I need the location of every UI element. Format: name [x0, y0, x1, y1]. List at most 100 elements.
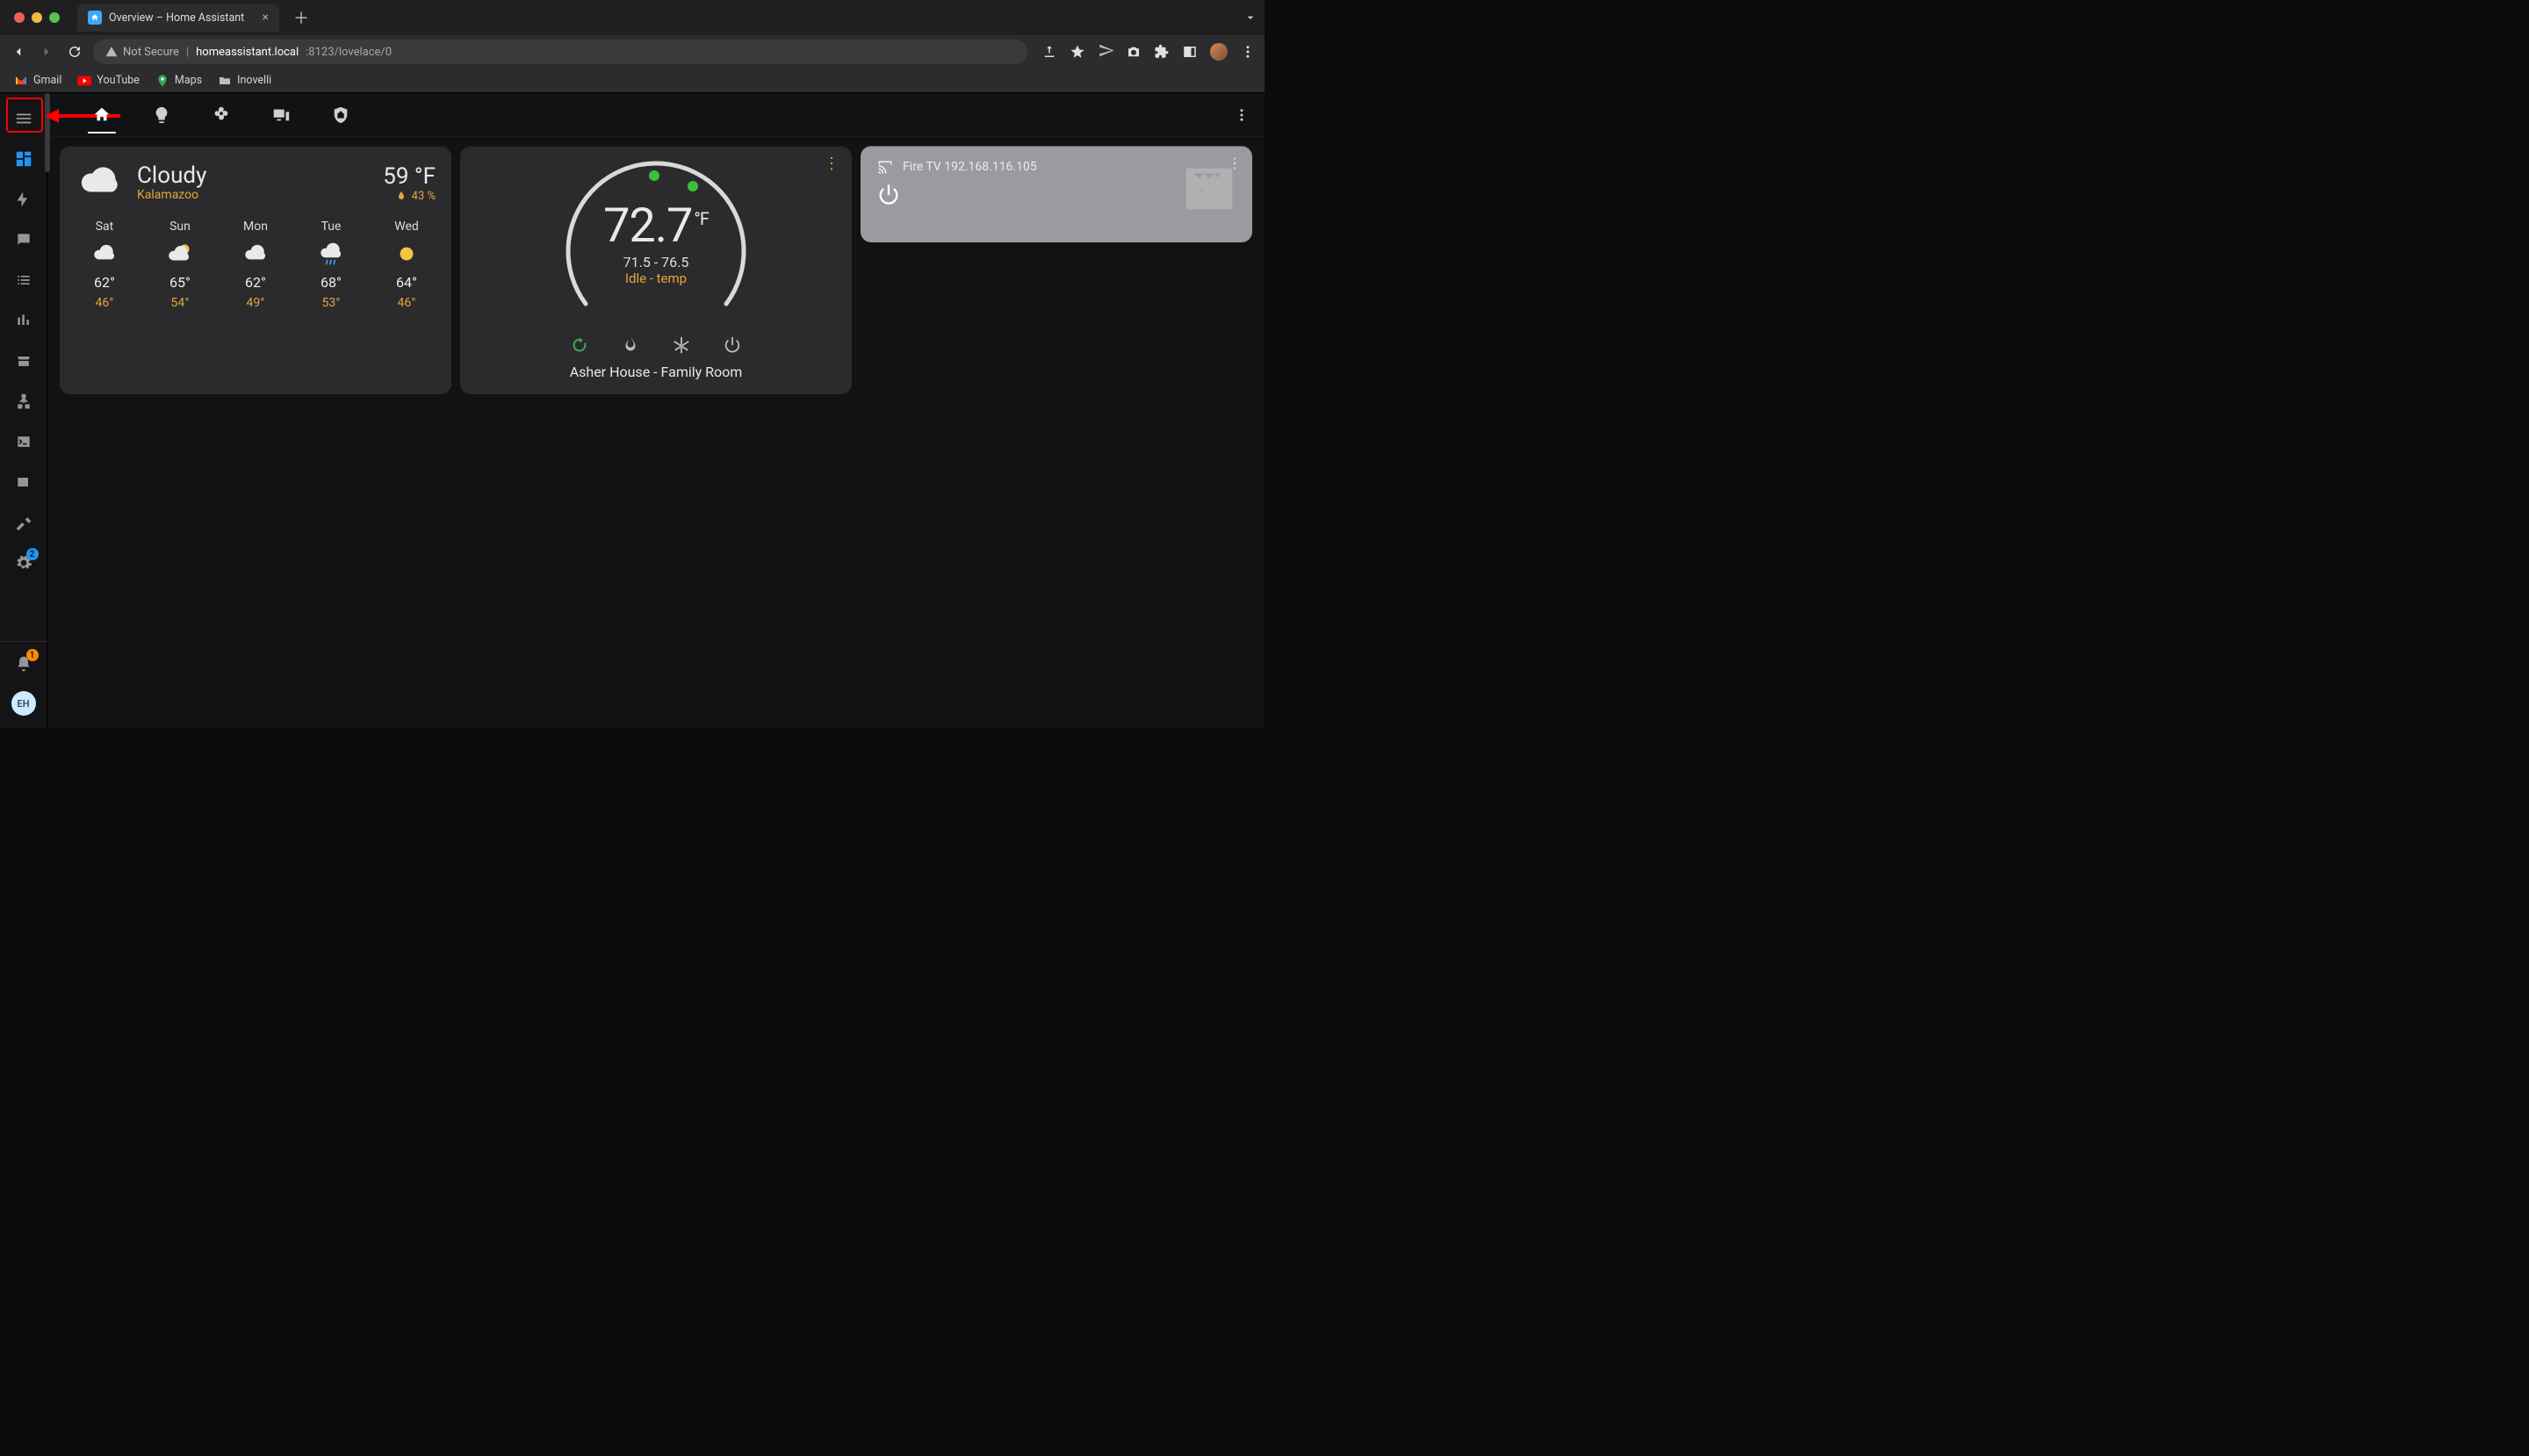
ha-sidebar: 2 1 EH [0, 93, 47, 728]
address-path: :8123/lovelace/0 [306, 46, 392, 59]
address-bar[interactable]: Not Secure | homeassistant.local:8123/lo… [93, 40, 1027, 64]
share-icon[interactable] [1041, 44, 1057, 60]
address-host: homeassistant.local [196, 46, 299, 59]
terminal-icon [15, 433, 32, 450]
bookmark-label: Maps [175, 74, 202, 87]
weather-condition: Cloudy [137, 163, 206, 189]
cast-icon [876, 158, 894, 176]
shield-home-icon [331, 105, 350, 125]
forecast-high: 62° [245, 274, 266, 291]
hvac-cool-button[interactable] [672, 335, 691, 355]
forecast-high: 68° [321, 274, 342, 291]
store-icon [15, 352, 32, 370]
hvac-heat-button[interactable] [621, 335, 640, 355]
weather-card[interactable]: Cloudy Kalamazoo 59 °F 43 % Sat62°46°Sun… [60, 146, 451, 394]
browser-tab-strip: Overview – Home Assistant × ＋ [0, 0, 1264, 35]
kebab-icon [1234, 107, 1250, 123]
forecast-day: Mon62°49° [227, 220, 285, 310]
thermostat-gauge[interactable]: 72.7°F 71.5 - 76.5 Idle - temp [551, 155, 761, 330]
bookmark-inovelli[interactable]: Inovelli [218, 74, 271, 88]
sidebar-item-history[interactable] [0, 300, 47, 341]
view-tab-security[interactable] [323, 97, 358, 133]
forecast-low: 54° [171, 296, 190, 310]
tab-close-icon[interactable]: × [263, 11, 269, 24]
bookmark-star-icon[interactable] [1070, 44, 1085, 60]
tab-list-chevron-icon[interactable] [1243, 11, 1257, 25]
list-icon [15, 271, 32, 289]
forecast-day-name: Sat [96, 220, 114, 234]
window-controls [14, 12, 60, 23]
card-menu-button[interactable]: ⋮ [824, 155, 841, 173]
forecast-high: 64° [396, 274, 417, 291]
sidebar-item-energy[interactable] [0, 179, 47, 220]
hvac-auto-button[interactable] [570, 335, 589, 355]
view-tab-devices[interactable] [263, 97, 299, 133]
weather-temp: 59 °F [383, 163, 436, 190]
window-close[interactable] [14, 12, 25, 23]
sidebar-item-hacs[interactable] [0, 341, 47, 381]
sidebar-item-map[interactable] [0, 220, 47, 260]
extension-icon-1[interactable] [1098, 44, 1113, 60]
sidebar-item-notifications[interactable]: 1 [0, 644, 47, 684]
weather-location: Kalamazoo [137, 189, 206, 202]
forecast-day: Wed 64° 46° [378, 220, 436, 310]
sidebar-item-network[interactable] [0, 381, 47, 422]
bookmark-label: Inovelli [237, 74, 271, 87]
forecast-low: 46° [398, 296, 416, 310]
hamburger-icon [14, 109, 33, 128]
sidebar-item-settings[interactable]: 2 [0, 543, 47, 583]
power-icon [876, 183, 901, 207]
media-title: Fire TV 192.168.116.105 [903, 160, 1037, 174]
bookmark-label: YouTube [97, 74, 140, 87]
forecast-day-name: Wed [394, 220, 419, 234]
media-card[interactable]: Fire TV 192.168.116.105 ⋮ [861, 146, 1252, 242]
view-more-menu[interactable] [1228, 101, 1256, 129]
browser-tab-title: Overview – Home Assistant [109, 11, 256, 25]
window-maximize[interactable] [49, 12, 60, 23]
forecast-cloudy-icon [241, 239, 270, 269]
view-tab-climate[interactable] [204, 97, 239, 133]
nav-forward-icon[interactable] [37, 42, 56, 61]
forecast-day-name: Sun [169, 220, 191, 234]
thermostat-name: Asher House - Family Room [570, 364, 743, 380]
browser-menu-icon[interactable] [1240, 44, 1256, 60]
toolbar-right [1041, 43, 1256, 61]
sidebar-item-overview[interactable] [0, 139, 47, 179]
home-assistant-app: 2 1 EH [0, 93, 1264, 728]
sidebar-item-logbook[interactable] [0, 260, 47, 300]
view-tab-lights[interactable] [144, 97, 179, 133]
dashboard-icon [14, 149, 33, 169]
not-secure-label: Not Secure [123, 46, 179, 59]
view-tab-home[interactable] [84, 97, 119, 133]
gmail-icon [14, 74, 28, 88]
dashboard-content: Cloudy Kalamazoo 59 °F 43 % Sat62°46°Sun… [47, 137, 1264, 728]
hammer-icon [15, 514, 32, 531]
forecast-high: 62° [94, 274, 115, 291]
hvac-off-button[interactable] [723, 335, 742, 355]
extensions-puzzle-icon[interactable] [1154, 44, 1170, 60]
sidebar-item-terminal[interactable] [0, 422, 47, 462]
sidebar-toggle-hamburger[interactable] [0, 98, 47, 139]
bookmark-maps[interactable]: Maps [155, 74, 202, 88]
forecast-day: Sun65°54° [151, 220, 209, 310]
sidebar-item-devtools[interactable] [0, 502, 47, 543]
fan-icon [212, 105, 231, 125]
warning-icon [105, 46, 118, 58]
bookmark-youtube[interactable]: YouTube [77, 74, 140, 88]
browser-tab[interactable]: Overview – Home Assistant × [77, 4, 279, 32]
side-panel-icon[interactable] [1182, 44, 1198, 60]
forecast-day: Sat62°46° [76, 220, 133, 310]
profile-avatar[interactable] [1210, 43, 1228, 61]
nav-reload-icon[interactable] [65, 42, 84, 61]
bookmark-gmail[interactable]: Gmail [14, 74, 61, 88]
sidebar-item-media[interactable] [0, 462, 47, 502]
nav-back-icon[interactable] [9, 42, 28, 61]
sidebar-profile[interactable]: EH [11, 691, 36, 716]
new-tab-button[interactable]: ＋ [293, 6, 309, 29]
forecast-sunny-icon [392, 239, 422, 269]
forecast-low: 49° [247, 296, 265, 310]
extension-icon-camera[interactable] [1126, 44, 1142, 60]
thermostat-card[interactable]: ⋮ 72.7°F 71.5 - 76.5 Idle - temp [460, 146, 852, 394]
window-minimize[interactable] [32, 12, 42, 23]
bar-chart-icon [15, 312, 32, 329]
